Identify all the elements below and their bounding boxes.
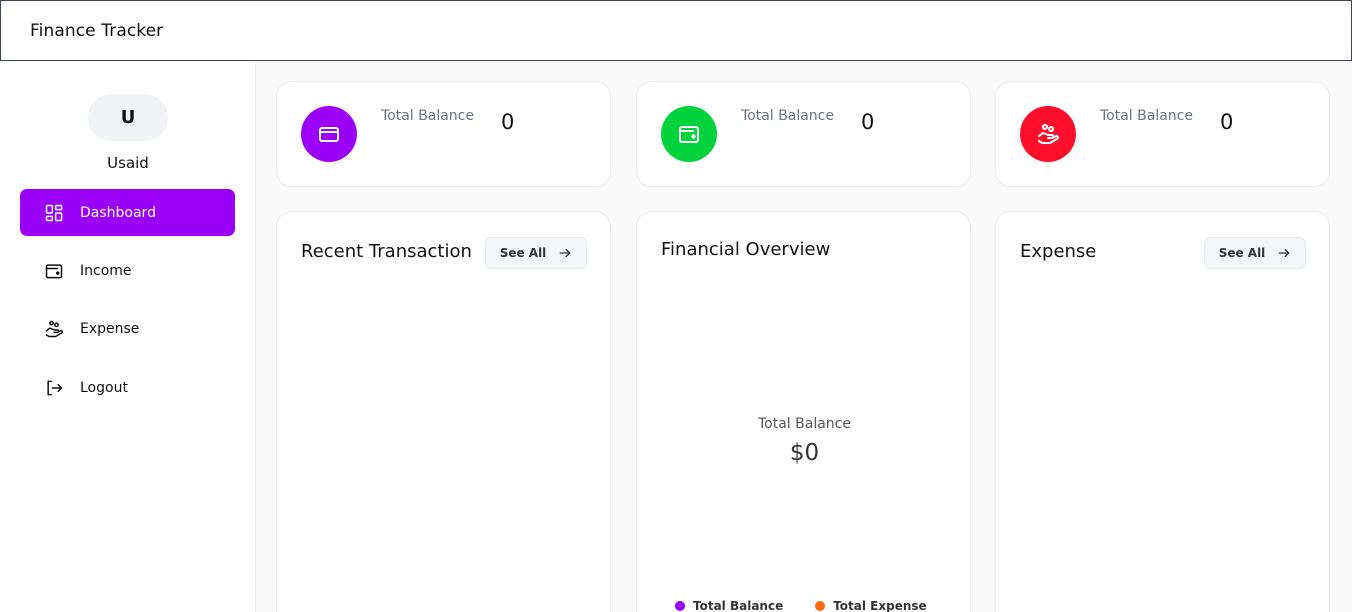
avatar[interactable]: U <box>88 94 168 141</box>
logout-icon <box>44 378 64 398</box>
sidebar: U Usaid Dashboard Income Expense Logout <box>0 61 256 612</box>
expense-panel: Expense See All <box>995 211 1330 612</box>
panel-title: Expense <box>1020 241 1097 262</box>
stat-value: 0 <box>1220 110 1234 134</box>
overview-value: $0 <box>789 440 820 466</box>
stat-card-income: Total Balance 0 <box>636 81 971 187</box>
arrow-right-icon <box>558 246 572 260</box>
sidebar-item-label: Income <box>80 262 132 279</box>
sidebar-item-label: Dashboard <box>80 204 156 221</box>
recent-transactions-panel: Recent Transaction See All <box>276 211 611 612</box>
sidebar-item-label: Logout <box>80 379 128 396</box>
legend-dot <box>815 601 826 611</box>
see-all-label: See All <box>499 246 547 260</box>
app-title: Finance Tracker <box>30 20 164 41</box>
credit-card-icon <box>301 106 357 162</box>
stat-value: 0 <box>861 110 875 134</box>
sidebar-item-expense[interactable]: Expense <box>20 305 235 352</box>
arrow-right-icon <box>1277 246 1291 260</box>
dashboard-grid-icon <box>44 203 64 223</box>
sidebar-item-dashboard[interactable]: Dashboard <box>20 189 235 236</box>
legend-item-balance[interactable]: Total Balance <box>675 599 783 612</box>
stat-value: 0 <box>501 110 515 134</box>
see-all-label: See All <box>1218 246 1266 260</box>
stat-card-balance: Total Balance 0 <box>276 81 611 187</box>
see-all-transactions-button[interactable]: See All <box>485 237 587 269</box>
sidebar-item-income[interactable]: Income <box>20 247 235 294</box>
wallet-icon <box>44 261 64 281</box>
panel-title: Recent Transaction <box>301 241 472 262</box>
legend-label: Total Expense <box>833 599 927 612</box>
sidebar-item-logout[interactable]: Logout <box>20 364 235 411</box>
hand-coins-icon <box>1020 106 1076 162</box>
see-all-expense-button[interactable]: See All <box>1204 237 1306 269</box>
top-header: Finance Tracker <box>0 0 1352 61</box>
sidebar-item-label: Expense <box>80 320 140 337</box>
stat-label: Total Balance <box>741 108 834 124</box>
stat-label: Total Balance <box>381 108 474 124</box>
overview-caption: Total Balance <box>758 416 851 432</box>
stat-label: Total Balance <box>1100 108 1193 124</box>
legend-item-expense[interactable]: Total Expense <box>815 599 927 612</box>
financial-overview-panel: Financial Overview Total Balance $0 Tota… <box>636 211 971 612</box>
panel-title: Financial Overview <box>661 239 831 260</box>
user-name: Usaid <box>107 154 149 172</box>
hand-coins-icon <box>44 319 64 339</box>
stat-card-expense: Total Balance 0 <box>995 81 1330 187</box>
wallet-icon <box>661 106 717 162</box>
legend-dot <box>675 601 685 611</box>
chart-legend: Total Balance Total Expense <box>675 599 927 612</box>
legend-label: Total Balance <box>693 599 784 612</box>
